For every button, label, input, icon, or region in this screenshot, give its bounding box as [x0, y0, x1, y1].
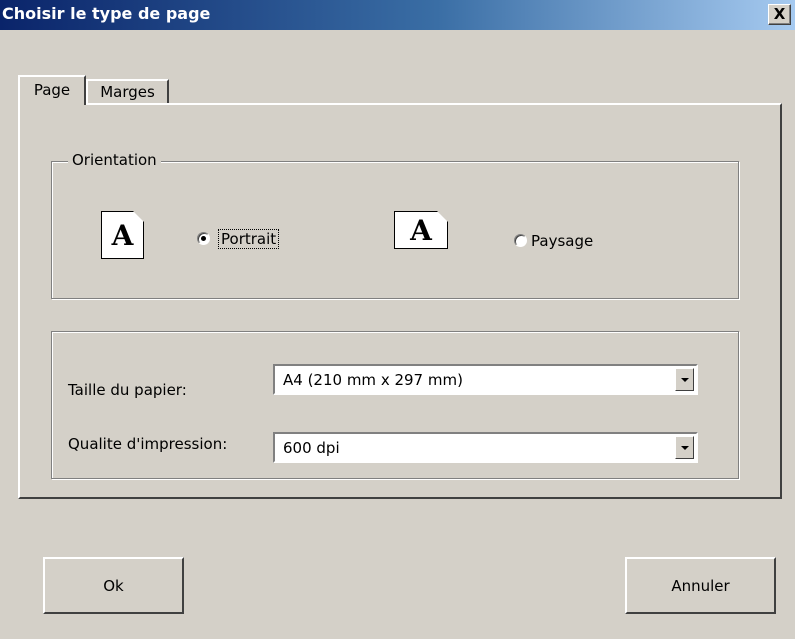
paper-size-value: A4 (210 mm x 297 mm) — [283, 371, 463, 389]
paper-size-dropdown-button[interactable] — [675, 368, 694, 391]
paysage-radio[interactable] — [514, 234, 527, 247]
cancel-button-label: Annuler — [671, 576, 730, 595]
landscape-page-icon: A — [394, 211, 448, 249]
close-icon: X — [773, 5, 786, 23]
close-button[interactable]: X — [768, 4, 791, 25]
ok-button[interactable]: Ok — [43, 557, 184, 614]
tab-marges[interactable]: Marges — [86, 79, 169, 104]
window-title: Choisir le type de page — [2, 4, 211, 23]
print-quality-dropdown-button[interactable] — [675, 436, 694, 459]
print-quality-select[interactable]: 600 dpi — [273, 432, 698, 463]
portrait-radio[interactable] — [197, 232, 210, 245]
tab-marges-label: Marges — [100, 83, 155, 101]
radio-selected-dot — [201, 236, 206, 241]
tab-page[interactable]: Page — [18, 75, 86, 105]
page-fold-icon — [437, 211, 448, 222]
paper-size-select[interactable]: A4 (210 mm x 297 mm) — [273, 364, 698, 395]
chevron-down-icon — [680, 377, 689, 382]
portrait-page-icon: A — [101, 211, 144, 259]
paper-size-label: Taille du papier: — [68, 381, 187, 399]
chevron-down-icon — [680, 445, 689, 450]
orientation-legend: Orientation — [68, 151, 161, 169]
portrait-glyph: A — [111, 218, 134, 252]
title-bar: Choisir le type de page X — [0, 0, 795, 30]
landscape-glyph: A — [410, 213, 432, 247]
paysage-label[interactable]: Paysage — [531, 232, 593, 250]
print-quality-label: Qualite d'impression: — [68, 435, 228, 453]
cancel-button[interactable]: Annuler — [625, 557, 776, 614]
page-fold-icon — [133, 211, 144, 222]
portrait-label[interactable]: Portrait — [217, 229, 280, 249]
ok-button-label: Ok — [103, 576, 124, 595]
tab-page-label: Page — [33, 81, 71, 99]
print-quality-value: 600 dpi — [283, 439, 340, 457]
